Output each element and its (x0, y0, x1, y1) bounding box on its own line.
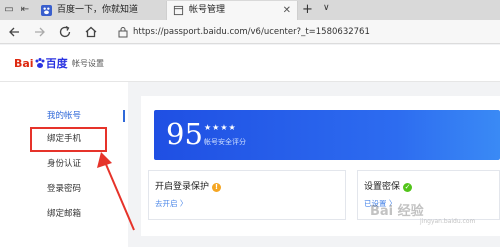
sidebar-item-label: 我的帐号 (47, 111, 82, 121)
tab-list-icon[interactable]: ▭ (2, 3, 16, 17)
watermark: Bai 经验 (370, 204, 424, 219)
tab-account-management[interactable]: 帐号管理 ✕ (166, 1, 298, 20)
warning-icon: ! (212, 183, 222, 192)
highlight-box (30, 127, 107, 152)
logo-text-chinese: 百度 (45, 57, 68, 70)
sidebar-item-label: 身份认证 (47, 159, 82, 169)
card-title: 开启登录保护! (155, 181, 222, 193)
sidebar-item-bind-email[interactable]: 绑定邮箱 (0, 203, 128, 225)
baidu-paw-icon (35, 58, 45, 68)
security-score-card: 95 ★★★★ 帐号安全评分 (154, 110, 500, 160)
sidebar-item-my-account[interactable]: 我的帐号 (0, 105, 128, 127)
watermark-url: jingyan.baidu.com (420, 218, 476, 225)
back-arrow-icon[interactable] (6, 23, 24, 41)
sidebar: 我的帐号 绑定手机 身份认证 登录密码 绑定邮箱 (0, 82, 128, 247)
card-title-text: 开启登录保护 (155, 182, 210, 192)
refresh-icon[interactable] (56, 23, 74, 41)
set-aside-tabs-icon[interactable]: ⇤ (18, 3, 32, 17)
page-title: 帐号设置 (72, 59, 104, 68)
page-icon (173, 5, 184, 16)
tab-dropdown-icon[interactable]: ∨ (323, 3, 330, 13)
tab-baidu-home[interactable]: 百度一下，你就知道 (35, 1, 165, 20)
enable-login-protection-link[interactable]: 去开启 〉 (155, 198, 187, 210)
new-tab-button[interactable]: + (302, 2, 313, 18)
security-score: 95 (166, 117, 203, 151)
baidu-paw-icon (41, 5, 52, 16)
sidebar-item-identity-verification[interactable]: 身份认证 (0, 153, 128, 175)
browser-tab-strip: ▭ ⇤ 百度一下，你就知道 帐号管理 ✕ + ∨ (0, 0, 500, 20)
home-icon[interactable] (82, 23, 100, 41)
check-icon: ✓ (403, 183, 413, 192)
close-tab-icon[interactable]: ✕ (283, 1, 291, 20)
sidebar-item-label: 登录密码 (47, 184, 82, 194)
lock-icon (118, 27, 128, 38)
star-rating: ★★★★ (204, 123, 237, 132)
card-title: 设置密保 ✓ (364, 181, 413, 193)
sidebar-item-login-password[interactable]: 登录密码 (0, 178, 128, 200)
tab-title: 帐号管理 (189, 5, 226, 15)
sidebar-item-label: 绑定邮箱 (47, 209, 82, 219)
url-field[interactable]: https://passport.baidu.com/v6/ucenter?_t… (133, 20, 370, 44)
baidu-logo[interactable]: Bai 百度 (14, 57, 68, 71)
page-header: Bai 百度 帐号设置 (0, 45, 500, 82)
forward-arrow-icon[interactable] (30, 23, 48, 41)
active-indicator (123, 110, 125, 122)
address-bar-row: https://passport.baidu.com/v6/ucenter?_t… (0, 20, 500, 44)
security-score-label: 帐号安全评分 (204, 138, 246, 146)
logo-text-latin: Bai (14, 57, 34, 70)
tab-title: 百度一下，你就知道 (57, 5, 139, 15)
login-protection-card: 开启登录保护! 去开启 〉 (148, 170, 346, 220)
content-divider (141, 236, 500, 247)
card-title-text: 设置密保 (364, 182, 401, 192)
